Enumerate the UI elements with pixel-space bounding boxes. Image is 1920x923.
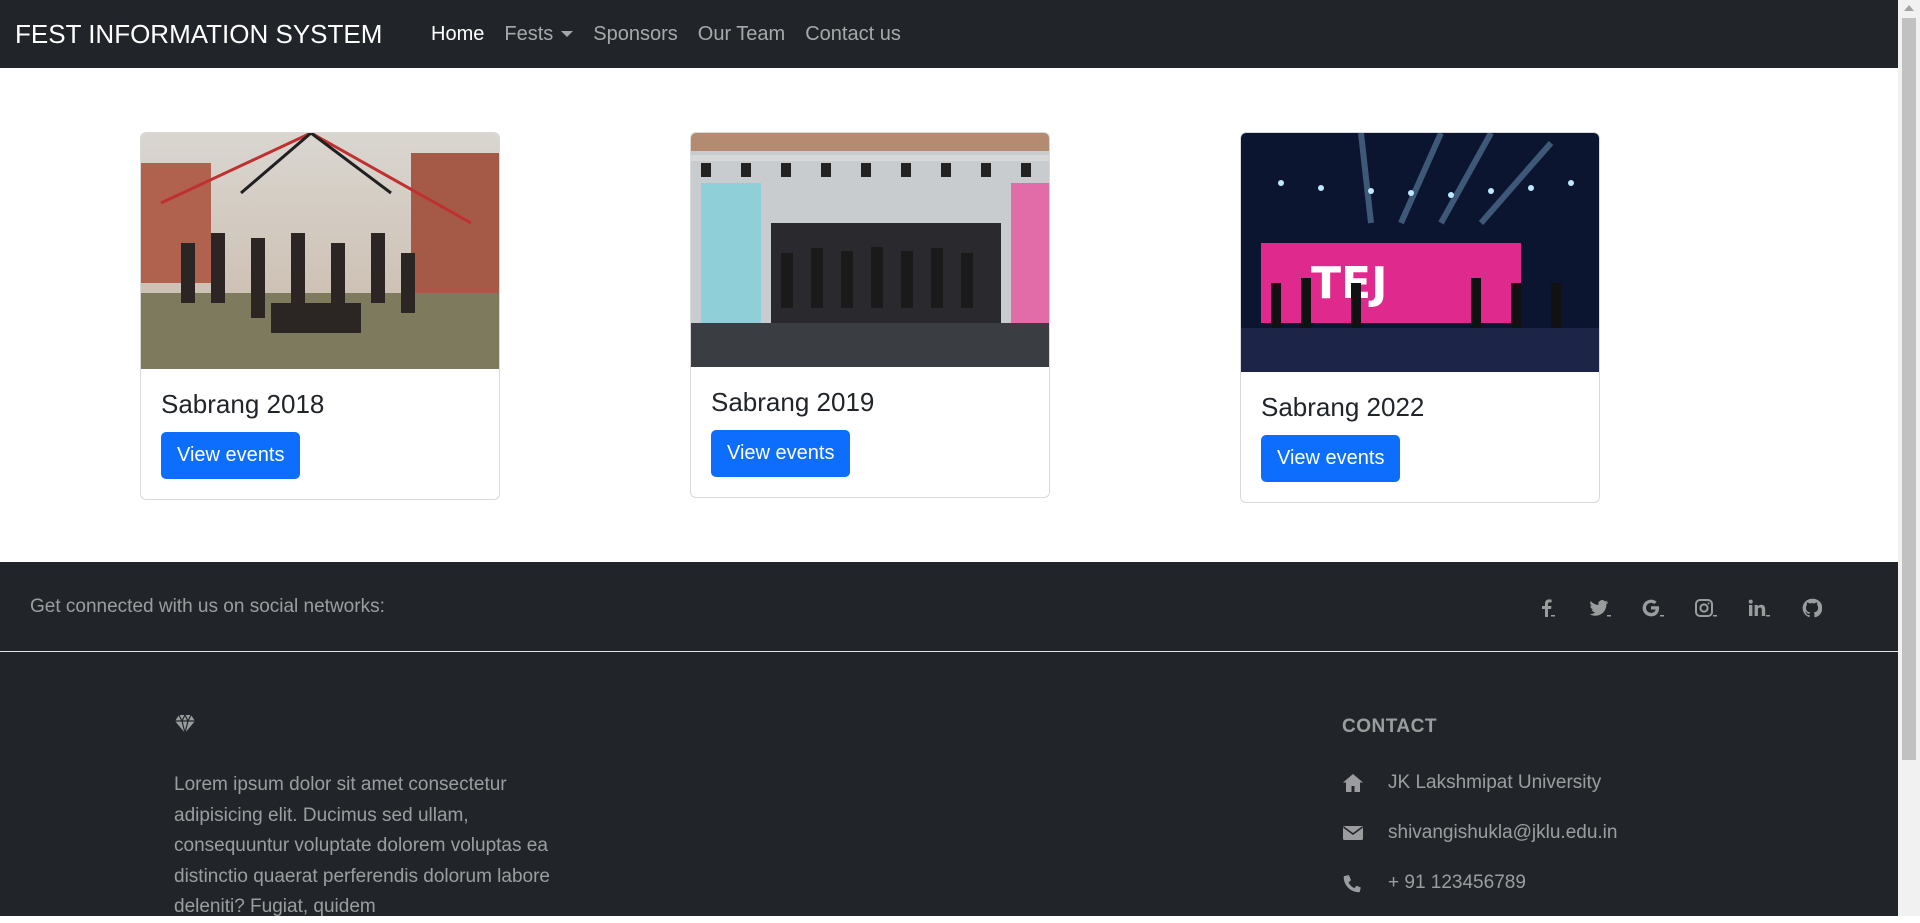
address-text: JK Lakshmipat University [1388, 772, 1602, 793]
view-events-button[interactable]: View events [711, 430, 851, 477]
google-icon[interactable] [1626, 596, 1679, 620]
nav-contact-us[interactable]: Contact us [795, 23, 911, 46]
nav-home[interactable]: Home [421, 23, 494, 46]
github-icon[interactable] [1785, 596, 1838, 620]
linkedin-icon[interactable] [1732, 596, 1785, 620]
fest-card-2018: Sabrang 2018 View events [140, 132, 500, 500]
top-navbar: FEST INFORMATION SYSTEM Home Fests Spons… [0, 0, 1898, 68]
fest-photo-2018 [141, 133, 499, 369]
contact-address: JK Lakshmipat University [1342, 772, 1601, 794]
social-text: Get connected with us on social networks… [30, 596, 385, 617]
nav-sponsors[interactable]: Sponsors [583, 23, 688, 46]
nav-fests-dropdown[interactable]: Fests [494, 23, 583, 46]
contact-email: shivangishukla@jklu.edu.in [1342, 822, 1617, 844]
svg-text:TEJ: TEJ [1311, 258, 1387, 309]
page-scrollbar[interactable] [1898, 0, 1920, 916]
envelope-icon [1343, 826, 1363, 840]
caret-down-icon [561, 31, 574, 38]
home-icon [1343, 774, 1363, 792]
nav-fests-label: Fests [504, 22, 554, 45]
view-events-button[interactable]: View events [1261, 435, 1401, 482]
view-events-button[interactable]: View events [161, 432, 301, 479]
about-text: Lorem ipsum dolor sit amet consectetur a… [174, 774, 550, 917]
twitter-icon[interactable] [1573, 596, 1626, 620]
email-text[interactable]: shivangishukla@jklu.edu.in [1388, 822, 1617, 844]
fest-photo-2019 [691, 133, 1049, 367]
facebook-icon[interactable] [1520, 596, 1573, 620]
gem-icon [175, 714, 195, 734]
scroll-up-icon[interactable] [1904, 5, 1914, 11]
card-title: Sabrang 2019 [711, 387, 875, 417]
contact-heading: CONTACT [1342, 716, 1437, 737]
social-icons [1520, 596, 1838, 620]
card-title: Sabrang 2022 [1261, 392, 1425, 422]
nav-our-team[interactable]: Our Team [688, 23, 795, 46]
fest-card-2022: TEJ Sabrang 2022 View events [1240, 132, 1600, 503]
instagram-icon[interactable] [1679, 596, 1732, 620]
social-bar: Get connected with us on social networks… [0, 562, 1898, 652]
scroll-thumb[interactable] [1902, 18, 1916, 760]
card-title: Sabrang 2018 [161, 389, 325, 419]
fest-card-2019: Sabrang 2019 View events [690, 132, 1050, 498]
brand-title[interactable]: FEST INFORMATION SYSTEM [15, 19, 421, 50]
phone-text[interactable]: + 91 123456789 [1388, 872, 1526, 894]
fest-photo-2022: TEJ [1241, 133, 1599, 372]
contact-phone: + 91 123456789 [1342, 872, 1526, 894]
footer-main: Lorem ipsum dolor sit amet consectetur a… [0, 652, 1898, 917]
phone-icon [1343, 875, 1361, 893]
